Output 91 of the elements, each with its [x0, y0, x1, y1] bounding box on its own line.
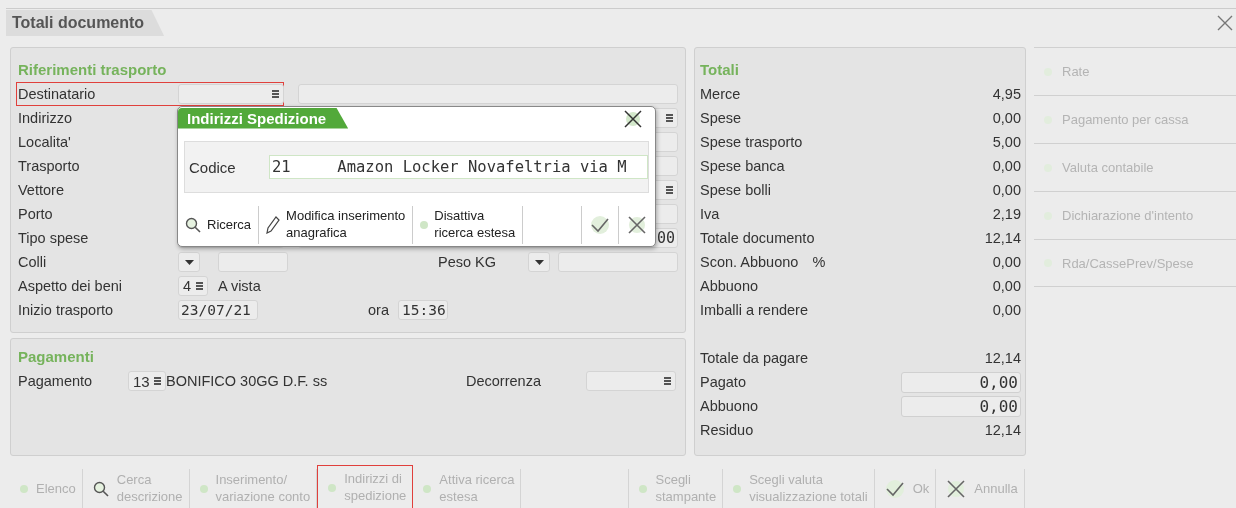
- menu-icon: [272, 90, 279, 98]
- toolbar-button[interactable]: Disattiva ricerca estesa: [413, 206, 524, 244]
- field-label: Codice: [189, 158, 237, 176]
- field-value: BONIFICO 30GG D.F. ss: [166, 373, 329, 389]
- input-field[interactable]: [558, 252, 678, 272]
- code-field[interactable]: 21 Amazon Locker Novafeltria via M: [269, 155, 648, 179]
- total-value: 0,00: [992, 302, 1021, 318]
- input-field[interactable]: [218, 252, 288, 272]
- total-label: Abbuono: [700, 278, 759, 294]
- menu-icon: [664, 377, 671, 385]
- amount-field[interactable]: 0,00: [901, 395, 1021, 417]
- field-label: Tipo spese: [18, 230, 90, 246]
- field-label: Decorrenza: [466, 373, 542, 389]
- field-value: 4: [183, 278, 192, 294]
- total-label: Spese bolli: [700, 182, 771, 198]
- check-icon: [884, 479, 905, 499]
- menu-icon: [154, 377, 161, 385]
- field-label: Peso KG: [438, 254, 498, 270]
- dialog-title: Indirizzi Spedizione: [178, 107, 349, 129]
- field-label: Aspetto dei beni: [18, 278, 123, 294]
- total-value: 12,14: [984, 350, 1021, 366]
- section-heading: Riferimenti trasporto: [18, 60, 168, 80]
- pencil-icon: [266, 216, 281, 234]
- text-field[interactable]: [298, 84, 678, 104]
- total-value: 0,00: [992, 158, 1021, 174]
- field-label: Trasporto: [18, 158, 81, 174]
- field-label: Porto: [18, 206, 54, 222]
- field-label: Localita': [18, 134, 72, 150]
- code-field[interactable]: [178, 84, 284, 104]
- total-label: Iva: [700, 206, 720, 222]
- total-value: 5,00: [992, 134, 1021, 150]
- amount-field[interactable]: 0,00: [901, 371, 1021, 393]
- total-label: Imballi a rendere: [700, 302, 808, 318]
- field-label: Destinatario: [18, 86, 97, 102]
- total-value: 2,19: [992, 206, 1021, 222]
- total-value: 4,95: [992, 86, 1021, 102]
- field-label: Colli: [18, 254, 48, 270]
- field-label: Vettore: [18, 182, 65, 198]
- total-label: Scon. Abbuono: [700, 254, 799, 270]
- field-value: 13: [133, 372, 150, 390]
- unit-label: %: [812, 254, 826, 270]
- menu-icon: [666, 114, 673, 122]
- code-field[interactable]: 13: [128, 371, 166, 391]
- dot-icon: [20, 485, 28, 493]
- total-label: Spese: [700, 110, 742, 126]
- total-value: 12,14: [984, 422, 1021, 438]
- dropdown[interactable]: [528, 252, 550, 272]
- field-label: Inizio trasporto: [18, 302, 115, 318]
- section-heading: Totali: [700, 60, 740, 80]
- dot-icon: [423, 485, 432, 493]
- dot-icon: [199, 485, 208, 493]
- total-value: 0,00: [992, 182, 1021, 198]
- search-icon: [92, 481, 109, 497]
- total-value: 0,00: [992, 110, 1021, 126]
- menu-icon: [196, 282, 203, 290]
- toolbar-button[interactable]: Modifica inserimento anagrafica: [259, 206, 414, 244]
- dropdown[interactable]: [586, 371, 676, 391]
- total-label: Residuo: [700, 422, 754, 438]
- close-icon: [946, 479, 967, 499]
- search-icon: [185, 217, 201, 233]
- total-label: Spese banca: [700, 158, 785, 174]
- close-icon[interactable]: [623, 108, 643, 128]
- check-icon: [590, 215, 610, 235]
- total-value: 0,00: [992, 278, 1021, 294]
- field-value: A vista: [218, 278, 261, 294]
- total-label: Spese trasporto: [700, 134, 803, 150]
- dot-icon: [733, 485, 742, 493]
- total-label: Totale da pagare: [700, 350, 809, 366]
- time-field[interactable]: 15:36: [398, 300, 448, 320]
- date-field[interactable]: 23/07/21: [178, 300, 258, 320]
- dot-icon: [328, 483, 337, 492]
- field-label: ora: [368, 302, 390, 318]
- toolbar-button[interactable]: Ricerca: [178, 206, 260, 244]
- total-label: Merce: [700, 86, 741, 102]
- menu-icon: [666, 186, 673, 194]
- section-heading: Pagamenti: [18, 347, 95, 367]
- total-value: 0,00: [992, 254, 1021, 270]
- code-field[interactable]: 4: [178, 276, 208, 296]
- field-label: Indirizzo: [18, 110, 73, 126]
- window-title: Totali documento: [6, 10, 165, 36]
- total-label: Pagato: [700, 374, 746, 390]
- dropdown[interactable]: [178, 252, 200, 272]
- caret-icon: [534, 259, 544, 265]
- total-label: Totale documento: [700, 230, 815, 246]
- total-value: 12,14: [984, 230, 1021, 246]
- close-icon: [627, 215, 647, 235]
- field-label: Pagamento: [18, 373, 94, 389]
- caret-icon: [184, 259, 194, 265]
- dot-icon: [639, 485, 648, 493]
- dot-icon: [420, 221, 429, 229]
- total-label: Abbuono: [700, 398, 759, 414]
